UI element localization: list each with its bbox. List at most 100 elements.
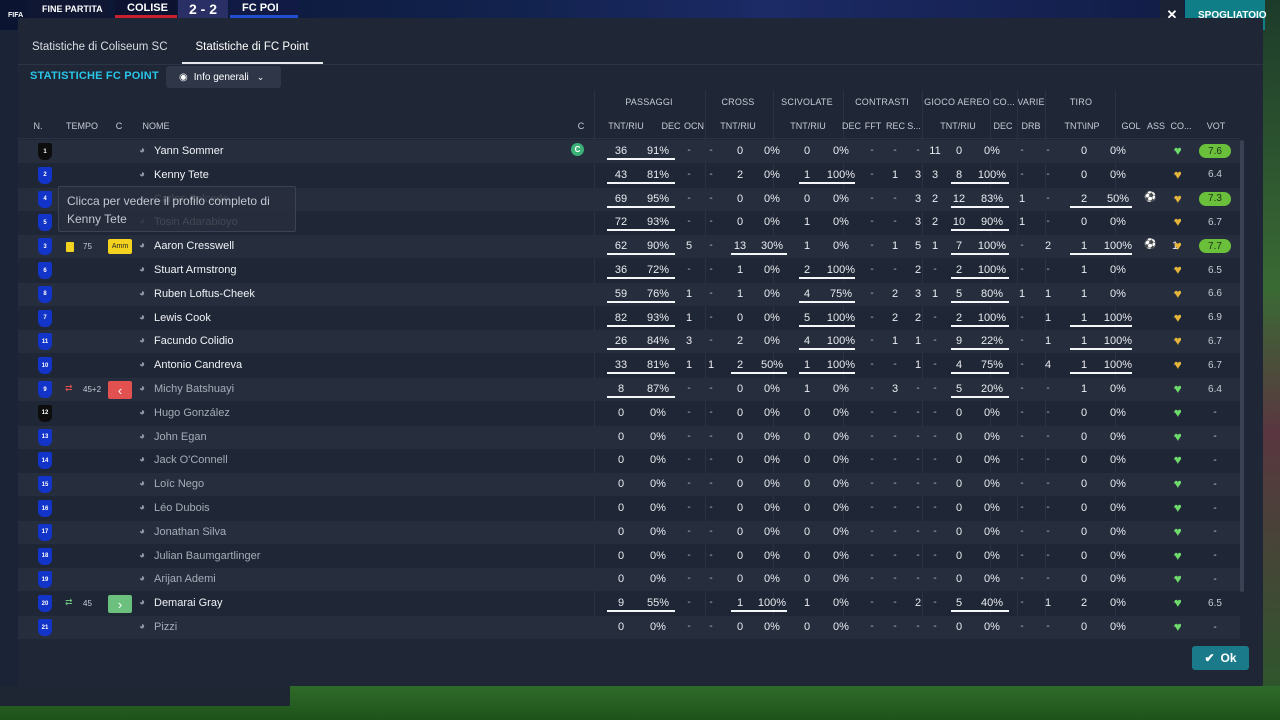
table-row[interactable]: 1 ◕ Yann Sommer C 36 91% - -0 0% 0 0% - - -11 0 0% - -0 0%…: [18, 140, 1240, 163]
stat-value: -: [687, 597, 691, 609]
stat-value: -: [687, 502, 691, 513]
player-name[interactable]: Demarai Gray: [154, 597, 222, 609]
stat-value: 0%: [984, 430, 1000, 443]
stat-value: -: [1020, 430, 1024, 442]
player-name[interactable]: Jonathan Silva: [154, 526, 226, 538]
tab-fc-point-stats[interactable]: Statistiche di FC Point: [181, 18, 323, 64]
player-name[interactable]: Pizzi: [154, 621, 177, 633]
table-row[interactable]: 13 ◕ John Egan 0 0% - -0 0% 0 0% - - - -0 0% - -0 0% - ♥ -: [18, 425, 1240, 449]
table-row[interactable]: 14 ◕ Jack O'Connell 0 0% - - 0 0% 0 0% - - - - 0 0% - - 0 0%…: [18, 449, 1240, 472]
page-title: STATISTICHE FC POINT: [30, 70, 159, 82]
tackle-bar: [799, 300, 855, 303]
stat-value: -: [893, 502, 897, 513]
player-name[interactable]: Aaron Cresswell: [154, 240, 234, 252]
table-row[interactable]: 16 ◕ Léo Dubois 0 0% - -0 0% 0 0% - - - -0 0% - -0 0% - ♥ -: [18, 497, 1240, 520]
stat-value: 3: [914, 192, 922, 205]
player-name[interactable]: Michy Batshuayi: [154, 383, 234, 395]
stat-value: -: [916, 430, 920, 442]
table-row[interactable]: 15 ◕ Loïc Nego 0 0% - -0 0% 0 0% - - - -0 0% - -0 0% - ♥ -: [18, 473, 1240, 497]
stat-value: -: [709, 192, 713, 204]
stat-value: -: [1046, 383, 1050, 394]
table-row[interactable]: 21 ◕ Pizzi 0 0% - -0 0% 0 0% - - - -0 0% - -0 0% - ♥ -: [18, 616, 1240, 639]
stat-value: 0%: [1110, 454, 1126, 467]
player-name[interactable]: Léo Dubois: [154, 502, 210, 514]
player-name[interactable]: Yann Sommer: [154, 145, 224, 157]
stat-value: 76%: [646, 287, 670, 300]
player-name[interactable]: Facundo Colidio: [154, 335, 234, 347]
stat-value: -: [870, 287, 874, 299]
table-row[interactable]: 20 ⇄ 45 › ◕ Demarai Gray 9 55% - -1 100% 1 0% - -2-5 40…: [18, 592, 1240, 615]
stat-value: 12: [952, 192, 966, 205]
player-name[interactable]: John Egan: [154, 431, 207, 443]
player-icon: ◕: [139, 502, 146, 513]
player-name[interactable]: Arijan Ademi: [154, 573, 216, 585]
tab-coliseum-stats[interactable]: Statistiche di Coliseum SC: [18, 18, 182, 64]
table-row[interactable]: 7 ◕ Lewis Cook 82 93% 1-0 0% 5 100% -2 2-2 100% -1 1 1…: [18, 307, 1240, 330]
column-header: TNT/RIU: [940, 121, 976, 131]
table-row[interactable]: 8 ◕ Ruben Loftus-Cheek 59 76% 1-1 0% 4 75% -2 3 1 5 8…: [18, 282, 1240, 306]
table-row[interactable]: 12 ◕ Hugo González 0 0% - - 0 0% 0 0% - - - - 0 0% - - 0 0% -…: [18, 402, 1240, 425]
stat-value: -: [709, 621, 713, 632]
table-row[interactable]: 3 75 Amm ◕ Aaron Cresswell 62 90% 5-13 30% 1 0% -1 5…: [18, 235, 1240, 259]
stat-value: 3: [685, 335, 693, 348]
table-row[interactable]: 6 ◕ Stuart Armstrong 36 72% - -1 0% 2 100% - -2-2 10…: [18, 259, 1240, 282]
stat-value: 0: [803, 502, 811, 514]
player-name[interactable]: Kenny Tete: [154, 169, 209, 181]
table-row[interactable]: 19 ◕ Arijan Ademi 0 0% - - 0 0% 0 0% - - - - 0 0% - - 0 0% - ♥…: [18, 568, 1240, 592]
stat-value: 43: [614, 168, 628, 181]
scrollbar[interactable]: [1240, 140, 1244, 592]
stat-value: 0: [1080, 621, 1088, 633]
group-header: GIOCO AEREO: [924, 97, 990, 107]
stat-value: 50%: [1106, 192, 1130, 205]
table-row[interactable]: 10 ◕ Antonio Candreva 33 81% 1 1 2 50% 1 100% - -1-4…: [18, 354, 1240, 377]
column-header: NOME: [142, 121, 170, 131]
background-pitch: [1262, 0, 1280, 720]
stat-value: 1: [1044, 287, 1052, 300]
aerial-bar: [951, 181, 1009, 184]
stat-value: 1: [1080, 383, 1088, 395]
player-name[interactable]: Lewis Cook: [154, 312, 211, 324]
stat-value: 3: [931, 168, 939, 181]
player-name[interactable]: Antonio Candreva: [154, 359, 242, 371]
shirt-number: 2: [38, 166, 52, 184]
ok-button[interactable]: ✔ Ok: [1192, 646, 1249, 670]
player-name[interactable]: Ruben Loftus-Cheek: [154, 288, 255, 300]
stat-value: -: [893, 454, 897, 466]
goal-icon: ⚽: [1144, 239, 1157, 251]
shirt-number: 17: [38, 523, 52, 541]
player-name[interactable]: Stuart Armstrong: [154, 264, 237, 276]
player-name[interactable]: Julian Baumgartlinger: [154, 550, 260, 562]
stat-value: -: [1046, 216, 1050, 228]
player-name[interactable]: Hugo González: [154, 407, 230, 419]
column-header: VOT: [1206, 121, 1226, 131]
stat-value: -: [916, 383, 920, 394]
table-row[interactable]: 9 ⇄ 45+2 ‹ ◕ Michy Batshuayi 8 87% - - 0 0% 1 0% - 3 - - 5…: [18, 378, 1240, 401]
stat-value: -: [1020, 502, 1024, 513]
view-dropdown[interactable]: ◉ Info generali ⌄: [166, 66, 281, 88]
stat-value: -: [916, 549, 920, 561]
player-name[interactable]: Loïc Nego: [154, 478, 204, 490]
stat-value: 0%: [833, 549, 849, 562]
stat-value: 40%: [980, 597, 1004, 610]
stat-value: -: [893, 406, 897, 418]
tackle-bar: [799, 348, 855, 351]
table-row[interactable]: 18 ◕ Julian Baumgartlinger 0 0% - - 0 0% 0 0% - - - - 0…: [18, 545, 1240, 568]
stat-value: -: [709, 430, 713, 442]
stat-value: 0%: [833, 525, 849, 538]
stat-value: 1: [1080, 240, 1088, 253]
form-heart-icon: ♥: [1174, 262, 1182, 277]
table-row[interactable]: 2 ◕ Kenny Tete 43 81% - - 2 0% 1 100% - 1 3 3 8 100% - - 0 0…: [18, 164, 1240, 187]
column-header: FFT: [864, 121, 882, 131]
tackle-bar: [799, 324, 855, 327]
table-row[interactable]: 17 ◕ Jonathan Silva 0 0% - - 0 0% 0 0% - - - - 0 0% - - 0 0%…: [18, 520, 1240, 544]
stat-value: 0%: [650, 573, 666, 586]
stat-value: 100%: [826, 335, 856, 348]
aerial-bar: [951, 300, 1009, 303]
stat-value: 4: [803, 335, 811, 348]
stat-value: -: [1046, 145, 1050, 156]
stat-value: 0%: [764, 573, 780, 586]
stat-value: -: [933, 335, 937, 347]
table-row[interactable]: 11 ◕ Facundo Colidio 26 84% 3-2 0% 4 100% -1 1-9 22…: [18, 330, 1240, 354]
player-name[interactable]: Jack O'Connell: [154, 454, 228, 466]
stat-value: -: [933, 311, 937, 323]
